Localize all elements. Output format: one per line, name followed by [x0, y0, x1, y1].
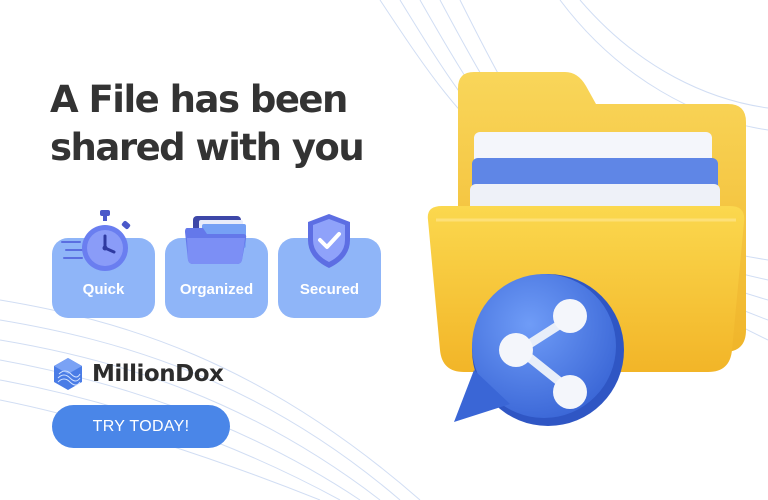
feature-card-organized: Organized [165, 216, 268, 318]
shield-check-icon [308, 214, 350, 268]
feature-label-quick: Quick [82, 281, 125, 298]
try-today-button[interactable]: TRY TODAY! [52, 405, 230, 448]
feature-card-secured: Secured [278, 214, 381, 318]
brand: MillionDox [50, 356, 224, 392]
milliondox-logo-icon [54, 358, 82, 390]
shared-folder-icon [427, 72, 746, 426]
folder-icon [185, 216, 247, 264]
feature-card-quick: Quick [52, 210, 155, 318]
feature-cards: Quick Organized Secured [52, 208, 392, 320]
headline-line-1: A File has been [50, 78, 348, 121]
headline-line-2: shared with you [50, 126, 365, 169]
feature-label-secured: Secured [299, 281, 360, 298]
stopwatch-icon [61, 210, 131, 271]
brand-name: MillionDox [92, 361, 224, 387]
headline: A File has been shared with you [50, 76, 365, 172]
feature-label-organized: Organized [179, 281, 254, 298]
